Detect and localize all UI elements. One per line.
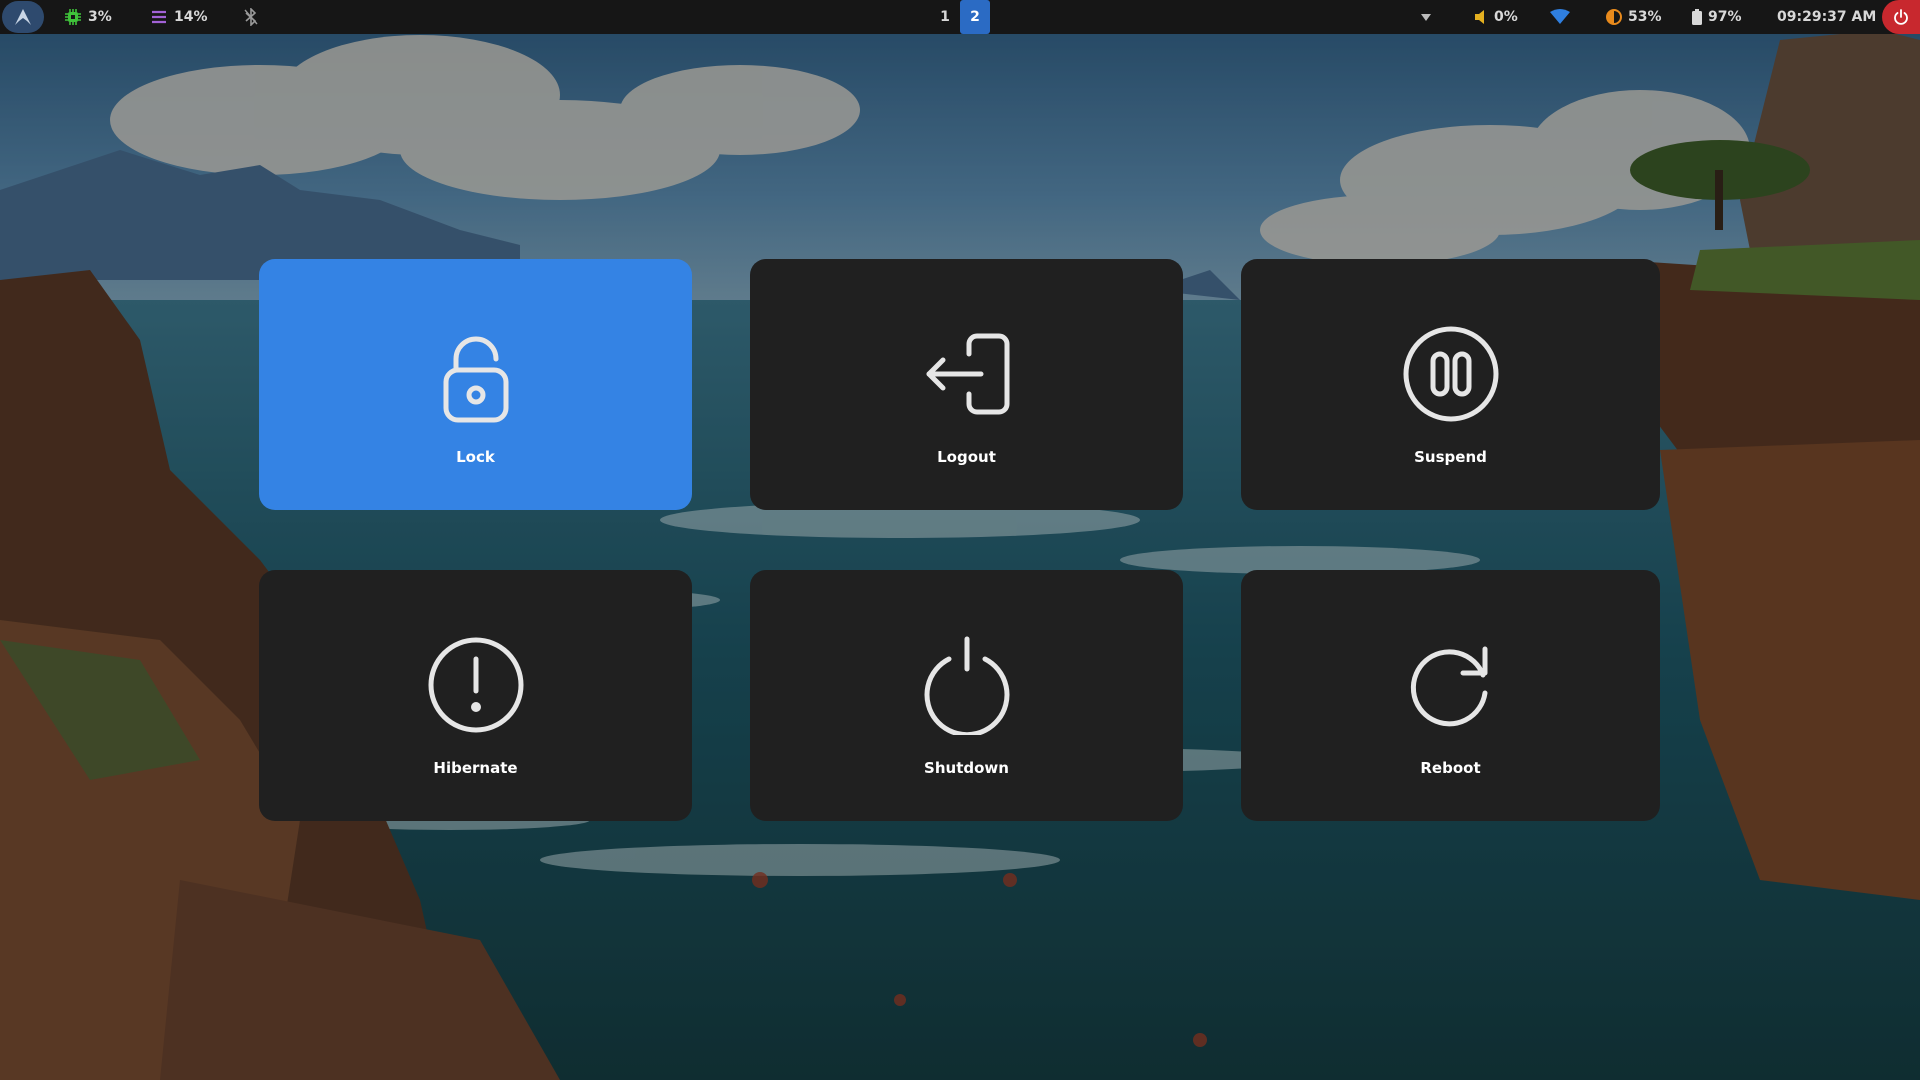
hibernate-label: Hibernate bbox=[433, 758, 518, 777]
launcher-button[interactable] bbox=[2, 1, 44, 33]
clock-time: 09:29:37 AM bbox=[1777, 9, 1877, 25]
shutdown-label: Shutdown bbox=[924, 758, 1009, 777]
suspend-label: Suspend bbox=[1414, 447, 1487, 466]
workspace-1-button[interactable]: 1 bbox=[936, 0, 954, 34]
power-menu-button[interactable] bbox=[1882, 0, 1920, 34]
wifi-indicator[interactable] bbox=[1550, 0, 1570, 34]
lock-icon bbox=[426, 324, 526, 424]
shutdown-button[interactable]: Shutdown bbox=[750, 570, 1183, 821]
memory-indicator[interactable]: 14% bbox=[150, 0, 208, 34]
suspend-button[interactable]: Suspend bbox=[1241, 259, 1660, 510]
bluetooth-icon bbox=[243, 8, 259, 26]
memory-usage-value: 14% bbox=[174, 9, 208, 25]
battery-icon bbox=[1692, 9, 1702, 25]
volume-value: 0% bbox=[1494, 9, 1518, 25]
brightness-icon bbox=[1606, 9, 1622, 25]
volume-icon bbox=[1474, 9, 1488, 25]
clock[interactable]: 09:29:37 AM bbox=[1777, 0, 1876, 34]
wifi-icon bbox=[1550, 9, 1570, 25]
volume-indicator[interactable]: 0% bbox=[1474, 0, 1518, 34]
power-menu: Lock Logout Suspend Hibernate Shutdown R… bbox=[259, 259, 1661, 821]
lock-button[interactable]: Lock bbox=[259, 259, 692, 510]
logout-label: Logout bbox=[937, 447, 996, 466]
battery-value: 97% bbox=[1708, 9, 1742, 25]
cpu-indicator[interactable]: 3% bbox=[64, 0, 112, 34]
lock-label: Lock bbox=[456, 447, 495, 466]
logout-icon bbox=[917, 324, 1017, 424]
bluetooth-indicator[interactable] bbox=[243, 0, 259, 34]
arch-icon bbox=[14, 8, 32, 26]
workspace-label: 1 bbox=[940, 9, 950, 25]
reboot-button[interactable]: Reboot bbox=[1241, 570, 1660, 821]
tray-overflow-button[interactable] bbox=[1420, 0, 1432, 34]
power-icon bbox=[1893, 9, 1909, 25]
memory-icon bbox=[150, 8, 168, 26]
suspend-icon bbox=[1401, 324, 1501, 424]
top-bar: 3% 14% 1 2 0% 53% 97% 09:29:37 AM bbox=[0, 0, 1920, 34]
brightness-value: 53% bbox=[1628, 9, 1662, 25]
workspace-2-button[interactable]: 2 bbox=[960, 0, 990, 34]
battery-indicator[interactable]: 97% bbox=[1692, 0, 1742, 34]
shutdown-icon bbox=[917, 635, 1017, 737]
chevron-down-icon bbox=[1420, 12, 1432, 22]
reboot-label: Reboot bbox=[1420, 758, 1481, 777]
cpu-usage-value: 3% bbox=[88, 9, 112, 25]
brightness-indicator[interactable]: 53% bbox=[1606, 0, 1662, 34]
logout-button[interactable]: Logout bbox=[750, 259, 1183, 510]
hibernate-button[interactable]: Hibernate bbox=[259, 570, 692, 821]
cpu-icon bbox=[64, 8, 82, 26]
workspace-label: 2 bbox=[970, 9, 980, 25]
reboot-icon bbox=[1401, 635, 1501, 735]
hibernate-icon bbox=[426, 635, 526, 735]
